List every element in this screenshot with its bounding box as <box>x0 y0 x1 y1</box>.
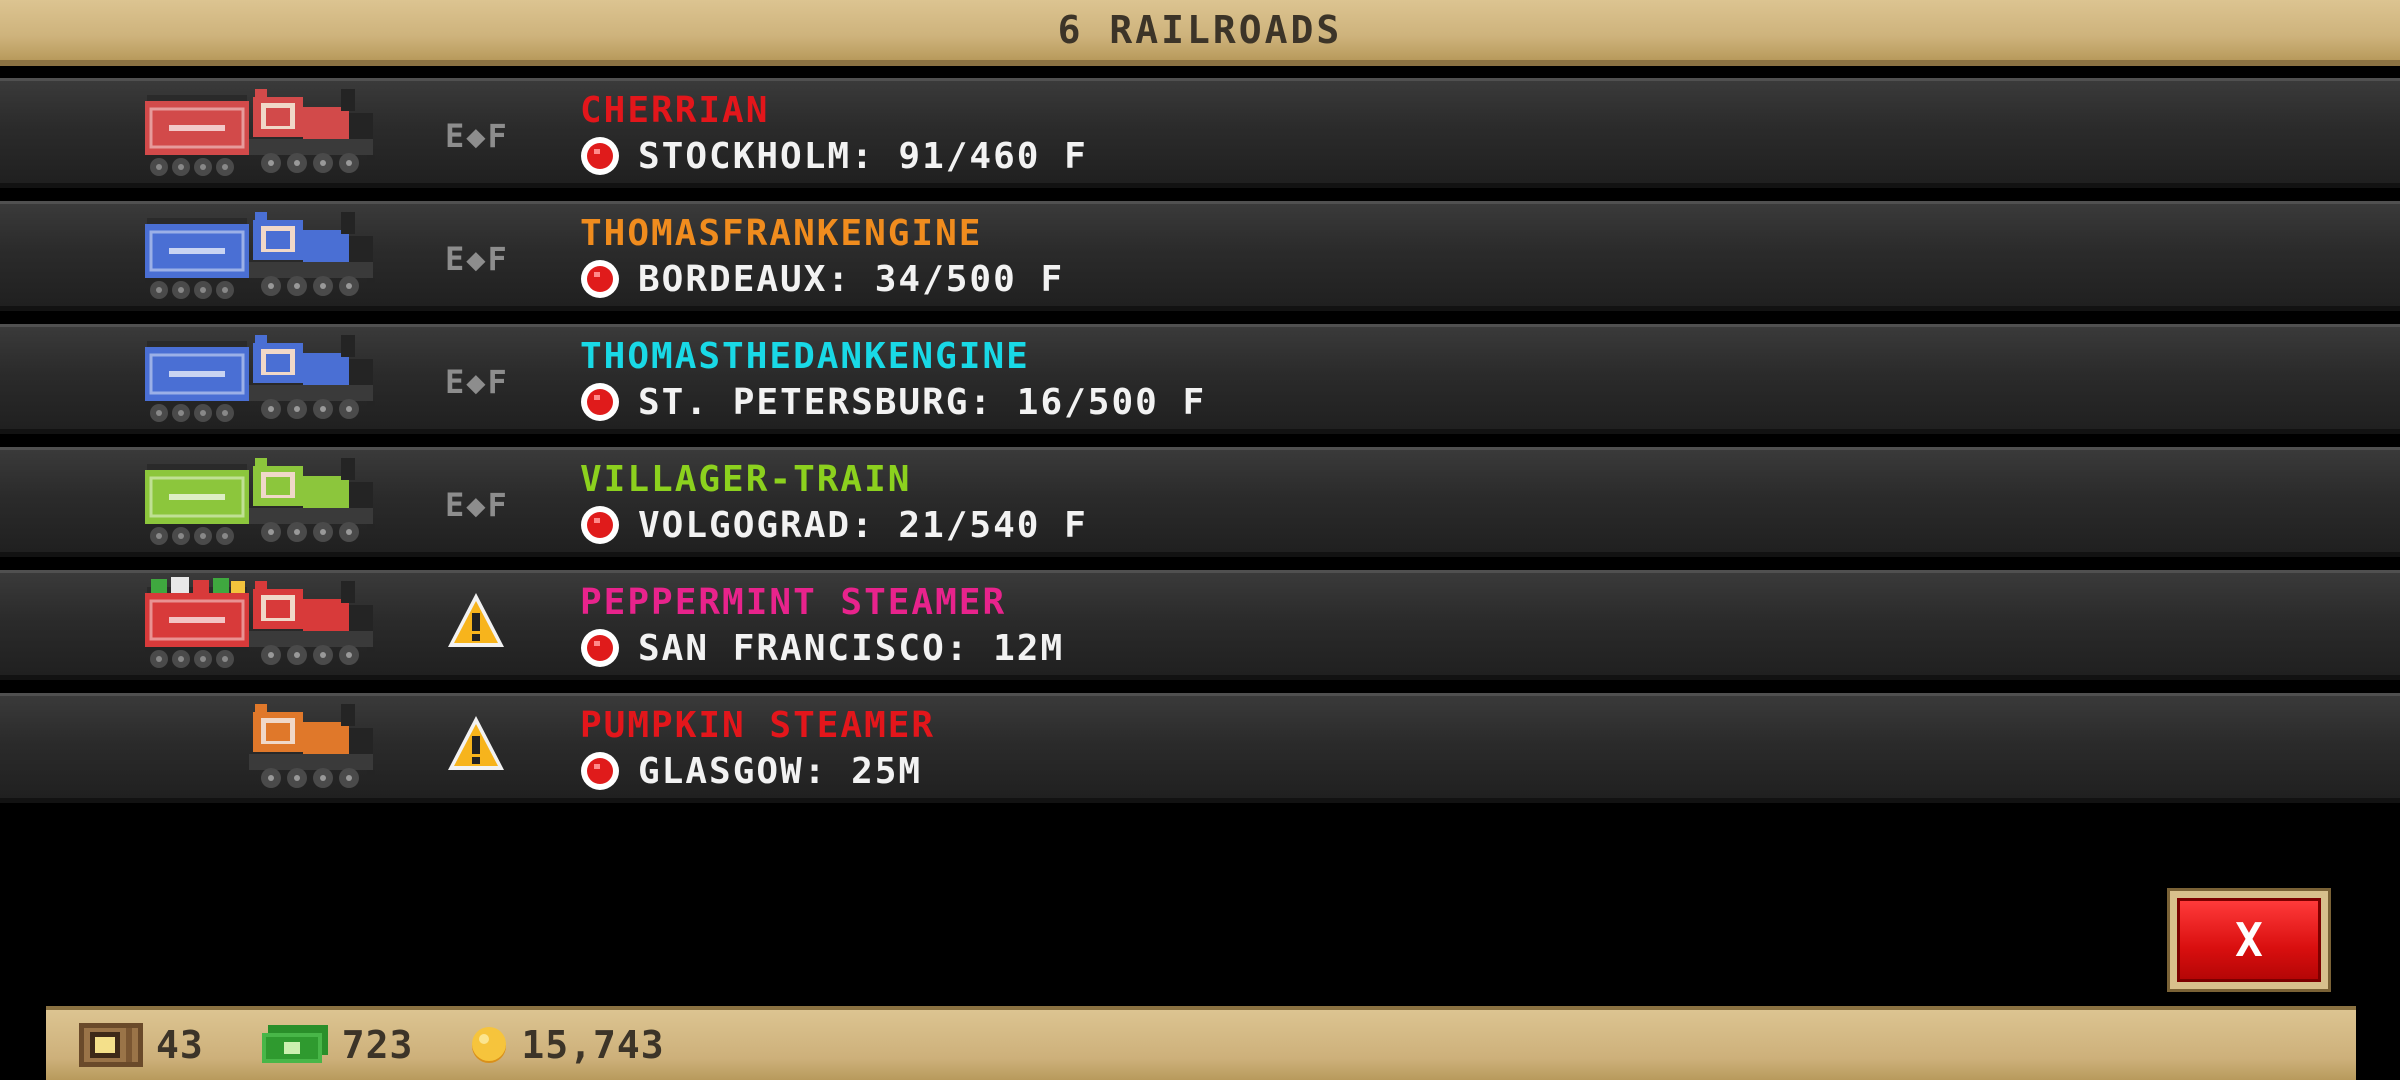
coin-amount: 15,743 <box>521 1023 665 1067</box>
location-pin-icon <box>580 505 638 545</box>
close-icon: X <box>2235 913 2263 967</box>
destination: VOLGOGRAD: 21/540 F <box>580 501 1088 549</box>
destination: STOCKHOLM: 91/460 F <box>580 132 1088 180</box>
railroad-list: E◆F CHERRIAN STOCKHOLM: 91/460 F E◆F THOMASF… <box>0 78 2400 816</box>
resource-bar: 43 723 15,743 <box>46 1006 2356 1080</box>
railroad-row[interactable]: E◆F THOMASTHEDANKENGINE ST. PETERSBURG: 16… <box>0 324 2400 434</box>
train-icon <box>145 83 375 183</box>
coin-resource: 15,743 <box>469 1023 664 1067</box>
cash-amount: 723 <box>341 1023 414 1067</box>
fuel-gauge: E◆F <box>445 486 509 524</box>
destination-text: ST. PETERSBURG: 16/500 F <box>638 381 1207 423</box>
close-button-face[interactable]: X <box>2177 898 2321 982</box>
train-name: PUMPKIN STEAMER <box>580 705 936 746</box>
fuel-gauge: E◆F <box>445 240 509 278</box>
box-count: 43 <box>156 1023 204 1067</box>
fuel-gauge: E◆F <box>445 117 509 155</box>
destination: ST. PETERSBURG: 16/500 F <box>580 378 1206 426</box>
title-bar: 6 RAILROADS <box>0 0 2400 66</box>
train-name: VILLAGER-TRAIN <box>580 459 912 500</box>
train-icon <box>145 329 375 429</box>
location-pin-icon <box>580 136 638 176</box>
cash-icon <box>261 1025 328 1063</box>
train-icon <box>145 575 375 675</box>
train-icon <box>145 206 375 306</box>
location-pin-icon <box>580 628 638 668</box>
railroad-row[interactable]: E◆F CHERRIAN STOCKHOLM: 91/460 F <box>0 78 2400 188</box>
train-name: THOMASFRANKENGINE <box>580 213 983 254</box>
train-icon <box>145 698 375 798</box>
railroad-row[interactable]: PEPPERMINT STEAMER SAN FRANCISCO: 12M <box>0 570 2400 680</box>
cash-resource: 723 <box>260 1023 414 1067</box>
railroad-row[interactable]: E◆F THOMASFRANKENGINE BORDEAUX: 34/500 F <box>0 201 2400 311</box>
warning-icon <box>446 714 506 774</box>
train-name: CHERRIAN <box>580 90 770 131</box>
box-resource: 43 <box>78 1022 204 1068</box>
crate-icon <box>79 1023 143 1067</box>
railroad-row[interactable]: E◆F VILLAGER-TRAIN VOLGOGRAD: 21/540 F <box>0 447 2400 557</box>
location-pin-icon <box>580 259 638 299</box>
railroad-row[interactable]: PUMPKIN STEAMER GLASGOW: 25M <box>0 693 2400 803</box>
train-icon <box>145 452 375 552</box>
train-name: PEPPERMINT STEAMER <box>580 582 1007 623</box>
warning-icon <box>446 591 506 651</box>
destination: GLASGOW: 25M <box>580 747 922 795</box>
location-pin-icon <box>580 751 638 791</box>
train-name: THOMASTHEDANKENGINE <box>580 336 1030 377</box>
destination-text: BORDEAUX: 34/500 F <box>638 258 1065 300</box>
destination-text: STOCKHOLM: 91/460 F <box>638 135 1088 177</box>
location-pin-icon <box>580 382 638 422</box>
destination: SAN FRANCISCO: 12M <box>580 624 1064 672</box>
destination-text: VOLGOGRAD: 21/540 F <box>638 504 1088 546</box>
close-button[interactable]: X <box>2167 888 2331 992</box>
coin-icon <box>472 1027 507 1063</box>
fuel-gauge: E◆F <box>445 363 509 401</box>
page-title: 6 RAILROADS <box>1057 8 1343 52</box>
destination-text: GLASGOW: 25M <box>638 750 923 792</box>
destination: BORDEAUX: 34/500 F <box>580 255 1064 303</box>
destination-text: SAN FRANCISCO: 12M <box>638 627 1065 669</box>
